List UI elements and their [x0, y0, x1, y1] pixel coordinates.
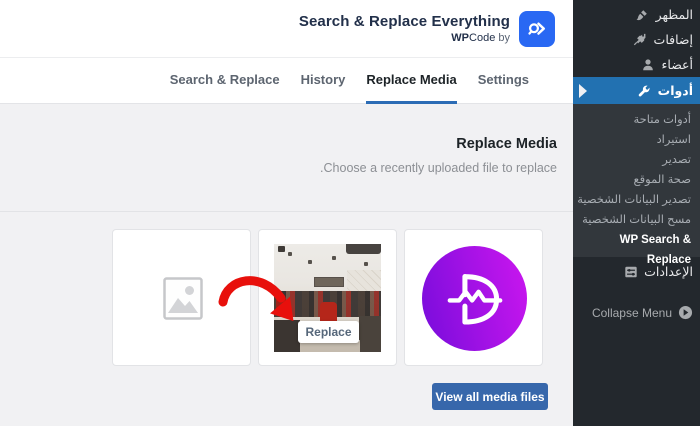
main-content: Search & Replace Everything WPCode by Se…: [0, 0, 573, 426]
sidebar-item-appearance[interactable]: المظهر: [573, 2, 700, 27]
sidebar-item-users[interactable]: أعضاء: [573, 52, 700, 77]
tab-bar: Search & Replace History Replace Media S…: [0, 57, 573, 104]
photo-detail: [364, 262, 368, 266]
submenu-item-wp-search-replace[interactable]: WP Search & Replace: [573, 230, 700, 266]
page-subtitle: Choose a recently uploaded file to repla…: [320, 161, 557, 175]
photo-detail: [314, 277, 344, 287]
purple-wave-logo: [422, 246, 527, 351]
replace-button[interactable]: Replace: [298, 321, 359, 343]
submenu-item-available-tools[interactable]: أدوات متاحة: [573, 110, 700, 130]
submenu-item-export-personal-data[interactable]: تصدير البيانات الشخصية: [573, 190, 700, 210]
collapse-arrow-icon: [678, 305, 693, 320]
wp-admin-sidebar: المظهر إضافات أعضاء أدوات أدوات متاحة اس…: [573, 0, 700, 426]
sidebar-item-tools[interactable]: أدوات: [573, 77, 700, 104]
tab-search-replace[interactable]: Search & Replace: [170, 58, 280, 104]
collapse-menu-button[interactable]: Collapse Menu: [573, 300, 700, 325]
photo-detail: [274, 320, 300, 352]
by-label: by: [498, 32, 510, 44]
search-replace-logo-icon: [519, 10, 555, 47]
sidebar-item-label: الإعدادات: [644, 265, 693, 279]
sidebar-item-plugins[interactable]: إضافات: [573, 27, 700, 52]
brush-icon: [635, 7, 650, 22]
screen: Search & Replace Everything WPCode by Se…: [0, 0, 700, 426]
photo-detail: [278, 246, 285, 252]
media-tile-placeholder[interactable]: [112, 229, 251, 366]
users-icon: [641, 57, 656, 72]
photo-detail: [346, 244, 381, 254]
image-placeholder-icon: [163, 277, 203, 325]
view-all-media-files-button[interactable]: View all media files: [432, 383, 548, 410]
collapse-menu-label: Collapse Menu: [591, 305, 672, 320]
plugin-title-block: Search & Replace Everything WPCode by: [299, 13, 510, 44]
current-menu-notch: [579, 83, 587, 98]
settings-icon: [623, 264, 638, 279]
photo-detail: [308, 260, 312, 264]
plugin-header: Search & Replace Everything WPCode by: [0, 0, 573, 57]
photo-detail: [288, 252, 292, 256]
plugin-icon: [633, 32, 648, 47]
plugin-byline: WPCode by: [299, 32, 510, 44]
media-tile-logo[interactable]: [404, 229, 543, 366]
media-tile-photo[interactable]: Replace: [258, 229, 397, 366]
submenu-item-site-health[interactable]: صحة الموقع: [573, 170, 700, 190]
submenu-item-export[interactable]: تصدير: [573, 150, 700, 170]
tools-submenu: أدوات متاحة استيراد تصدير صحة الموقع تصد…: [573, 104, 700, 266]
wrench-icon: [637, 83, 652, 98]
submenu-item-erase-personal-data[interactable]: مسح البيانات الشخصية: [573, 210, 700, 230]
sidebar-item-label: إضافات: [653, 33, 693, 47]
brand-code: Code: [469, 32, 496, 44]
media-tiles-area: Replace View all media files: [0, 212, 573, 425]
tab-replace-media[interactable]: Replace Media: [366, 58, 457, 104]
tab-settings[interactable]: Settings: [478, 58, 529, 104]
page-title: Replace Media: [456, 136, 557, 152]
photo-detail: [359, 316, 381, 352]
magnifier-arrow-glyph: [528, 21, 546, 35]
tab-history[interactable]: History: [301, 58, 346, 104]
submenu-item-import[interactable]: استيراد: [573, 130, 700, 150]
photo-detail: [332, 256, 336, 260]
replace-media-section-header: Replace Media Choose a recently uploaded…: [0, 104, 573, 212]
sidebar-item-label: أدوات: [657, 84, 693, 98]
sidebar-item-label: المظهر: [655, 8, 693, 22]
sidebar-item-label: أعضاء: [661, 58, 693, 72]
plugin-title: Search & Replace Everything: [298, 13, 510, 30]
brand-wp: WP: [451, 32, 470, 44]
photo-detail: [276, 296, 286, 316]
